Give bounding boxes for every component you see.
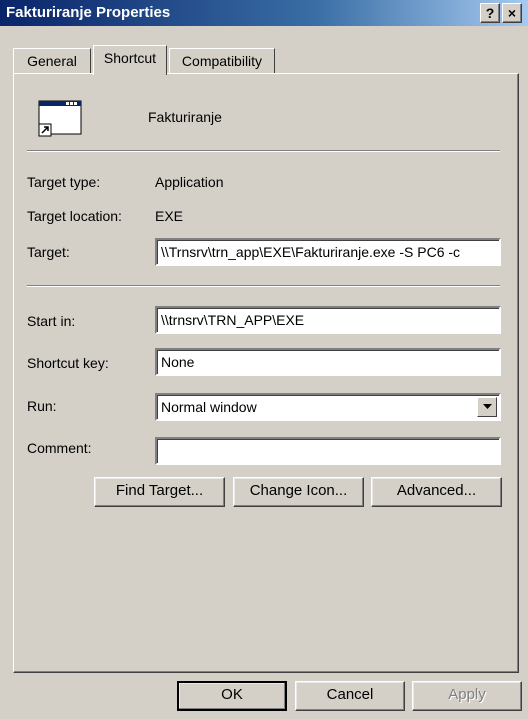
target-location-label: Target location: (27, 208, 122, 224)
tab-shortcut[interactable]: Shortcut (93, 45, 167, 75)
target-type-label: Target type: (27, 174, 101, 190)
shortcut-name: Fakturiranje (148, 109, 222, 125)
advanced-button[interactable]: Advanced... (371, 477, 502, 507)
separator (27, 150, 500, 152)
tab-compatibility[interactable]: Compatibility (169, 48, 275, 74)
application-window-icon (38, 100, 84, 138)
dropdown-arrow-button[interactable] (477, 397, 497, 417)
start-in-label: Start in: (27, 313, 76, 329)
ok-button[interactable]: OK (177, 681, 287, 711)
target-type-value: Application (155, 174, 224, 190)
separator (27, 285, 500, 287)
start-in-input[interactable]: \\trnsrv\TRN_APP\EXE (155, 306, 501, 334)
window-title: Fakturiranje Properties (6, 4, 171, 21)
title-bar: Fakturiranje Properties ? × (0, 0, 528, 26)
change-icon-button[interactable]: Change Icon... (233, 477, 364, 507)
cancel-button[interactable]: Cancel (295, 681, 405, 711)
target-input[interactable]: \\Trnsrv\trn_app\EXE\Fakturiranje.exe -S… (155, 238, 501, 266)
close-button[interactable]: × (502, 3, 522, 23)
tab-general[interactable]: General (13, 48, 91, 74)
apply-button[interactable]: Apply (412, 681, 522, 711)
comment-input[interactable] (155, 437, 501, 465)
find-target-button[interactable]: Find Target... (94, 477, 225, 507)
run-select[interactable]: Normal window (155, 393, 501, 421)
shortcut-key-input[interactable]: None (155, 348, 501, 376)
target-label: Target: (27, 244, 70, 260)
target-location-value: EXE (155, 208, 184, 224)
comment-label: Comment: (27, 440, 92, 456)
run-label: Run: (27, 398, 57, 414)
run-select-value: Normal window (161, 399, 257, 415)
chevron-down-icon (483, 404, 492, 409)
shortcut-key-label: Shortcut key: (27, 355, 109, 371)
help-button[interactable]: ? (480, 3, 500, 23)
